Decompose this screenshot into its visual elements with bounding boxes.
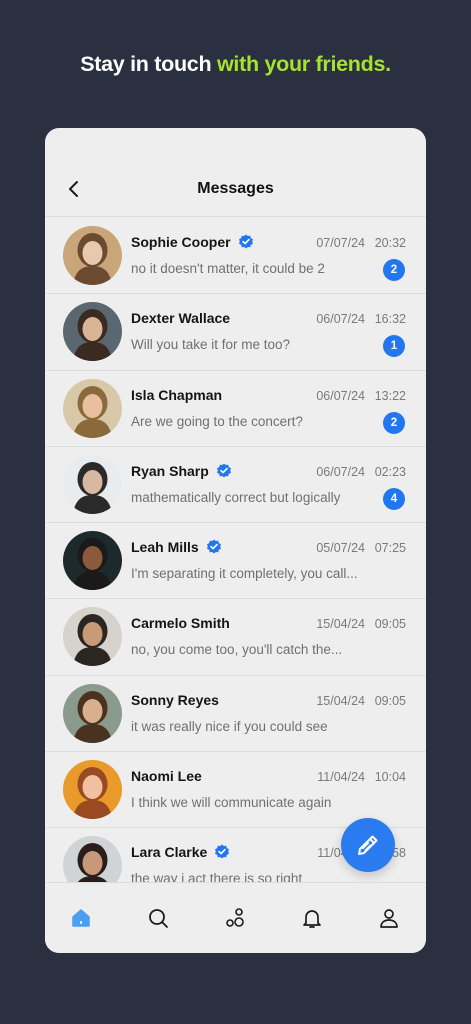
message-time: 07:25 xyxy=(374,541,406,556)
avatar xyxy=(63,531,122,591)
message-time: 10:04 xyxy=(374,770,406,785)
message-preview: the way i act there is so right xyxy=(131,871,303,882)
message-preview: Will you take it for me too? xyxy=(131,337,291,353)
conversation-list: Sophie Cooper 07/07/24 20:32 no it doesn… xyxy=(45,218,426,882)
avatar xyxy=(63,683,122,743)
conversation-row[interactable]: Sophie Cooper 07/07/24 20:32 no it doesn… xyxy=(45,218,426,295)
message-date: 15/04/24 xyxy=(316,617,365,632)
unread-badge: 2 xyxy=(383,411,405,434)
verified-badge-icon xyxy=(206,539,221,554)
message-time: 02:23 xyxy=(374,464,406,479)
unread-badge: 4 xyxy=(383,487,405,510)
conversation-row[interactable]: Sonny Reyes 15/04/24 09:05 it was really… xyxy=(45,676,426,753)
profile-icon xyxy=(380,909,398,928)
contact-name-text: Sonny Reyes xyxy=(131,691,219,708)
verified-badge-icon xyxy=(238,234,253,249)
contact-name-text: Lara Clarke xyxy=(131,844,208,861)
search-icon xyxy=(149,909,168,928)
message-date: 11/04/24 xyxy=(317,770,365,785)
message-date: 07/07/24 xyxy=(316,236,365,250)
unread-badge: 2 xyxy=(383,259,405,281)
message-preview: no, you come too, you'll catch the... xyxy=(131,642,343,658)
message-time: 20:32 xyxy=(374,236,406,250)
message-date: 06/07/24 xyxy=(316,388,365,403)
message-time: 13:22 xyxy=(374,388,406,403)
headline-text: Stay in touch xyxy=(80,52,212,76)
conversation-row[interactable]: Carmelo Smith 15/04/24 09:05 no, you com… xyxy=(45,599,426,676)
nav-notifications[interactable] xyxy=(299,905,325,931)
contact-name-text: Carmelo Smith xyxy=(131,615,230,632)
top-bar: Messages xyxy=(45,128,426,217)
avatar xyxy=(63,760,122,820)
message-date: 05/07/24 xyxy=(316,541,365,556)
compose-button[interactable] xyxy=(341,818,395,872)
contact-name: Carmelo Smith xyxy=(131,615,230,631)
contact-name-text: Isla Chapman xyxy=(131,386,223,403)
unread-badge: 1 xyxy=(383,335,405,358)
messages-card: Messages Sophie Cooper 07/07/24 20:32 no… xyxy=(45,128,426,953)
avatar xyxy=(63,226,122,285)
contact-name: Sonny Reyes xyxy=(131,692,219,708)
contact-name-text: Dexter Wallace xyxy=(131,310,231,327)
nav-home[interactable] xyxy=(68,905,94,931)
contact-name: Naomi Lee xyxy=(131,768,202,784)
message-time: 09:05 xyxy=(374,693,406,708)
message-preview: mathematically correct but logically xyxy=(131,489,341,505)
avatar xyxy=(63,302,122,362)
contact-name: Lara Clarke xyxy=(131,844,230,860)
nav-explore[interactable] xyxy=(222,905,248,931)
contact-name: Dexter Wallace xyxy=(131,310,230,326)
avatar xyxy=(63,607,122,667)
message-preview: I think we will communicate again xyxy=(131,795,332,811)
conversation-row[interactable]: Naomi Lee 11/04/24 10:04 I think we will… xyxy=(45,752,426,829)
pencil-icon xyxy=(358,835,378,855)
explore-icon xyxy=(226,908,244,927)
home-icon xyxy=(72,909,90,927)
contact-name-text: Leah Mills xyxy=(131,539,199,556)
avatar xyxy=(63,836,122,882)
nav-search[interactable] xyxy=(145,905,171,931)
verified-badge-icon xyxy=(215,844,230,859)
contact-name-text: Sophie Cooper xyxy=(131,234,231,250)
contact-name: Sophie Cooper xyxy=(131,234,254,250)
message-date: 06/07/24 xyxy=(316,464,365,479)
contact-name: Ryan Sharp xyxy=(131,463,232,479)
conversation-row[interactable]: Dexter Wallace 06/07/24 16:32 Will you t… xyxy=(45,294,426,371)
contact-name-text: Naomi Lee xyxy=(131,768,202,785)
headline: Stay in touch with your friends. xyxy=(0,52,471,77)
nav-profile[interactable] xyxy=(376,905,402,931)
conversation-row[interactable]: Ryan Sharp 06/07/24 02:23 mathematically… xyxy=(45,447,426,524)
message-preview: it was really nice if you could see xyxy=(131,718,328,734)
message-time: 09:05 xyxy=(374,617,406,632)
contact-name: Leah Mills xyxy=(131,539,222,555)
message-preview: Are we going to the concert? xyxy=(131,413,303,429)
bottom-navigation xyxy=(45,882,426,953)
message-preview: no it doesn't matter, it could be 2 xyxy=(131,261,325,276)
contact-name-text: Ryan Sharp xyxy=(131,462,209,479)
headline-accent-text: with your friends. xyxy=(217,52,391,76)
message-preview: I'm separating it completely, you call..… xyxy=(131,566,358,582)
bell-icon xyxy=(303,910,321,928)
avatar xyxy=(63,378,122,438)
verified-badge-icon xyxy=(216,463,231,478)
page-title: Messages xyxy=(197,180,274,197)
message-date: 15/04/24 xyxy=(316,693,365,708)
conversation-row[interactable]: Leah Mills 05/07/24 07:25 I'm separating… xyxy=(45,523,426,600)
message-date: 06/07/24 xyxy=(316,312,365,327)
avatar xyxy=(63,454,122,514)
contact-name: Isla Chapman xyxy=(131,387,222,403)
message-time: 16:32 xyxy=(374,312,406,327)
conversation-row[interactable]: Isla Chapman 06/07/24 13:22 Are we going… xyxy=(45,371,426,447)
